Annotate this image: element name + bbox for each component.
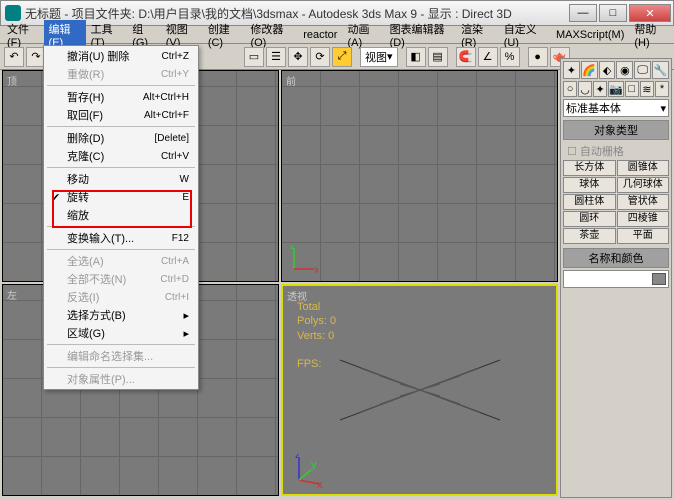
menu-animation[interactable]: 动画(A) [342,20,384,50]
create-tab[interactable]: ✦ [563,61,580,79]
viewport-label: 前 [286,73,296,88]
name-field[interactable] [563,270,669,288]
material-button[interactable]: ● [528,47,548,67]
menu-select-by[interactable]: 选择方式(B)▸ [45,306,197,324]
motion-tab[interactable]: ◉ [616,61,633,79]
prim-cone[interactable]: 圆锥体 [617,160,670,176]
menu-undo[interactable]: 撤消(U) 删除Ctrl+Z [45,47,197,65]
viewport-perspective[interactable]: 透视 TotalPolys: 0Verts: 0FPS: zxy [281,284,558,496]
viewport-label: 顶 [7,73,17,88]
percent-snap-button[interactable]: % [500,47,520,67]
minimize-button[interactable]: — [569,4,597,22]
prim-cylinder[interactable]: 圆柱体 [563,194,616,210]
menu-region[interactable]: 区域(G)▸ [45,324,197,342]
display-tab[interactable]: 🖵 [634,61,651,79]
svg-text:z: z [295,454,301,461]
prim-box[interactable]: 长方体 [563,160,616,176]
rollout-name-color[interactable]: 名称和颜色 [563,248,669,268]
menu-hold[interactable]: 暂存(H)Alt+Ctrl+H [45,88,197,106]
menu-transform-input[interactable]: 变换输入(T)...F12 [45,229,197,247]
autogrid-checkbox[interactable]: ☐ 自动栅格 [563,142,669,160]
undo-button[interactable]: ↶ [4,47,24,67]
select-button[interactable]: ▭ [244,47,264,67]
menu-select-all[interactable]: 全选(A)Ctrl+A [45,252,197,270]
menu-maxscript[interactable]: MAXScript(M) [551,28,629,42]
svg-text:x: x [314,264,318,275]
utilities-tab[interactable]: 🔧 [652,61,669,79]
mirror-button[interactable]: ◧ [406,47,426,67]
check-icon: ✔ [51,191,60,204]
menubar: 文件(F) 编辑(E) 工具(T) 组(G) 视图(V) 创建(C) 修改器(O… [0,26,674,44]
lights-subtab[interactable]: ✦ [593,81,607,97]
chevron-right-icon: ▸ [183,327,189,340]
menu-select-none[interactable]: 全部不选(N)Ctrl+D [45,270,197,288]
prim-plane[interactable]: 平面 [617,228,670,244]
viewport-label: 左 [7,287,17,302]
scale-button[interactable]: ⤢ [332,47,352,67]
edit-menu-dropdown: 撤消(U) 删除Ctrl+Z 重做(R)Ctrl+Y 暂存(H)Alt+Ctrl… [43,45,199,390]
angle-snap-button[interactable]: ∠ [478,47,498,67]
menu-delete[interactable]: 删除(D)[Delete] [45,129,197,147]
menu-file[interactable]: 文件(F) [2,20,44,50]
menu-create[interactable]: 创建(C) [203,20,246,50]
axis-gizmo: zx [288,245,318,275]
rollout-object-type[interactable]: 对象类型 [563,120,669,140]
viewport-front[interactable]: 前 zx [281,70,558,282]
menu-graph[interactable]: 图表编辑器(D) [385,20,457,50]
prim-tube[interactable]: 管状体 [617,194,670,210]
chevron-right-icon: ▸ [183,309,189,322]
menu-render[interactable]: 渲染(R) [456,20,499,50]
systems-subtab[interactable]: * [655,81,669,97]
menu-reactor[interactable]: reactor [298,28,342,42]
menu-fetch[interactable]: 取回(F)Alt+Ctrl+F [45,106,197,124]
menu-scale[interactable]: 缩放 [45,206,197,224]
geometry-subtab[interactable]: ○ [563,81,577,97]
cameras-subtab[interactable]: 📷 [608,81,624,97]
modify-tab[interactable]: 🌈 [581,61,598,79]
axis-gizmo: z xy [289,454,323,488]
hierarchy-tab[interactable]: ⬖ [599,61,616,79]
perspective-grid [283,286,556,494]
rotate-button[interactable]: ⟳ [310,47,330,67]
prim-teapot[interactable]: 茶壶 [563,228,616,244]
menu-object-props[interactable]: 对象属性(P)... [45,370,197,388]
menu-rotate[interactable]: ✔旋转E [45,188,197,206]
command-panel: ✦ 🌈 ⬖ ◉ 🖵 🔧 ○ ◡ ✦ 📷 □ ≋ * 标准基本体▾ 对象类型 ☐ … [560,58,672,498]
prim-torus[interactable]: 圆环 [563,211,616,227]
svg-text:z: z [290,245,296,252]
helpers-subtab[interactable]: □ [625,81,639,97]
menu-move[interactable]: 移动W [45,170,197,188]
spacewarps-subtab[interactable]: ≋ [640,81,654,97]
menu-help[interactable]: 帮助(H) [629,20,672,50]
align-button[interactable]: ▤ [428,47,448,67]
move-button[interactable]: ✥ [288,47,308,67]
grid [282,71,557,281]
svg-text:x: x [317,479,323,488]
menu-clone[interactable]: 克隆(C)Ctrl+V [45,147,197,165]
menu-select-invert[interactable]: 反选(I)Ctrl+I [45,288,197,306]
shapes-subtab[interactable]: ◡ [578,81,592,97]
select-name-button[interactable]: ☰ [266,47,286,67]
prim-pyramid[interactable]: 四棱锥 [617,211,670,227]
maximize-button[interactable]: □ [599,4,627,22]
prim-sphere[interactable]: 球体 [563,177,616,193]
menu-redo[interactable]: 重做(R)Ctrl+Y [45,65,197,83]
snap-button[interactable]: 🧲 [456,47,476,67]
menu-customize[interactable]: 自定义(U) [499,20,551,50]
prim-geosphere[interactable]: 几何球体 [617,177,670,193]
category-dropdown[interactable]: 标准基本体▾ [563,99,669,117]
svg-text:y: y [311,459,317,471]
menu-edit-named[interactable]: 编辑命名选择集... [45,347,197,365]
refcoord-dropdown[interactable]: 视图 ▾ [360,47,398,67]
menu-modifiers[interactable]: 修改器(O) [245,20,298,50]
